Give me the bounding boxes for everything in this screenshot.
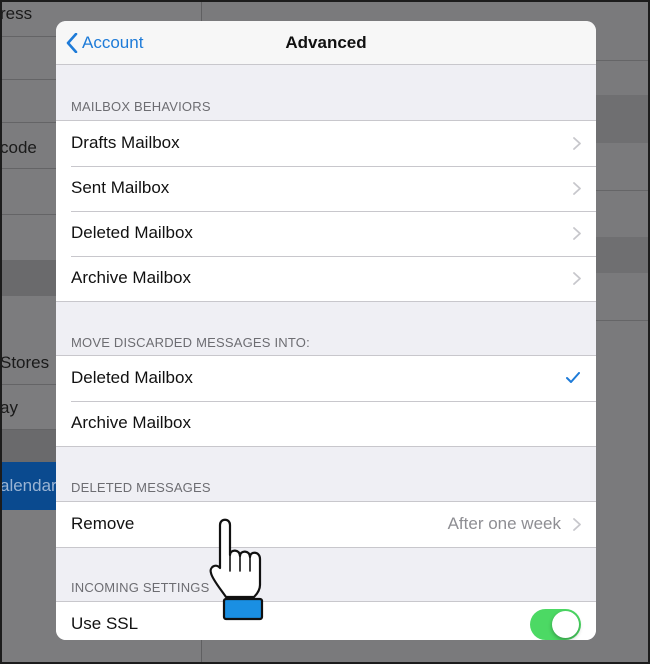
section-header-move-discarded: MOVE DISCARDED MESSAGES INTO: (71, 335, 310, 350)
background-selected-row: alendar (0, 462, 57, 510)
use-ssl-toggle[interactable] (530, 609, 581, 640)
toggle-knob (552, 611, 579, 638)
use-ssl-row: Use SSL (56, 602, 596, 640)
background-band (596, 237, 650, 273)
deleted-messages-group: Remove After one week (56, 501, 596, 548)
mailbox-behaviors-group: Drafts Mailbox Sent Mailbox Deleted Mail… (56, 120, 596, 302)
section-header-incoming-settings: INCOMING SETTINGS (71, 580, 210, 595)
chevron-right-icon (573, 137, 581, 150)
chevron-right-icon (573, 272, 581, 285)
background-divider (596, 190, 650, 191)
row-label: Archive Mailbox (71, 268, 191, 287)
chevron-right-icon (573, 182, 581, 195)
row-label: Drafts Mailbox (71, 133, 180, 152)
navigation-bar: Account Advanced (56, 21, 596, 65)
row-label: Use SSL (71, 614, 139, 633)
chevron-right-icon (573, 518, 581, 531)
background-band (596, 95, 650, 143)
discard-to-archive-mailbox-row[interactable]: Archive Mailbox (56, 401, 596, 446)
discard-to-deleted-mailbox-row[interactable]: Deleted Mailbox (56, 356, 596, 401)
row-label: Sent Mailbox (71, 178, 170, 197)
deleted-mailbox-row[interactable]: Deleted Mailbox (56, 211, 596, 256)
checkmark-icon (566, 372, 580, 383)
advanced-settings-sheet: Account Advanced MAILBOX BEHAVIORS Draft… (56, 21, 596, 640)
remove-deleted-messages-row[interactable]: Remove After one week (56, 502, 596, 547)
drafts-mailbox-row[interactable]: Drafts Mailbox (56, 121, 596, 166)
section-header-mailbox-behaviors: MAILBOX BEHAVIORS (71, 99, 211, 114)
section-header-deleted-messages: DELETED MESSAGES (71, 480, 211, 495)
archive-mailbox-row[interactable]: Archive Mailbox (56, 256, 596, 301)
page-title: Advanced (285, 33, 367, 52)
incoming-settings-group: Use SSL (56, 601, 596, 640)
row-label: Archive Mailbox (71, 413, 191, 432)
row-label: Deleted Mailbox (71, 223, 193, 242)
row-label: Deleted Mailbox (71, 368, 193, 387)
move-discarded-group: Deleted Mailbox Archive Mailbox (56, 355, 596, 447)
chevron-right-icon (573, 227, 581, 240)
background-divider (596, 60, 650, 61)
row-label: Remove (71, 514, 135, 533)
pointing-hand-icon (209, 518, 264, 621)
sent-mailbox-row[interactable]: Sent Mailbox (56, 166, 596, 211)
background-divider (596, 320, 650, 321)
remove-value: After one week (447, 514, 561, 533)
